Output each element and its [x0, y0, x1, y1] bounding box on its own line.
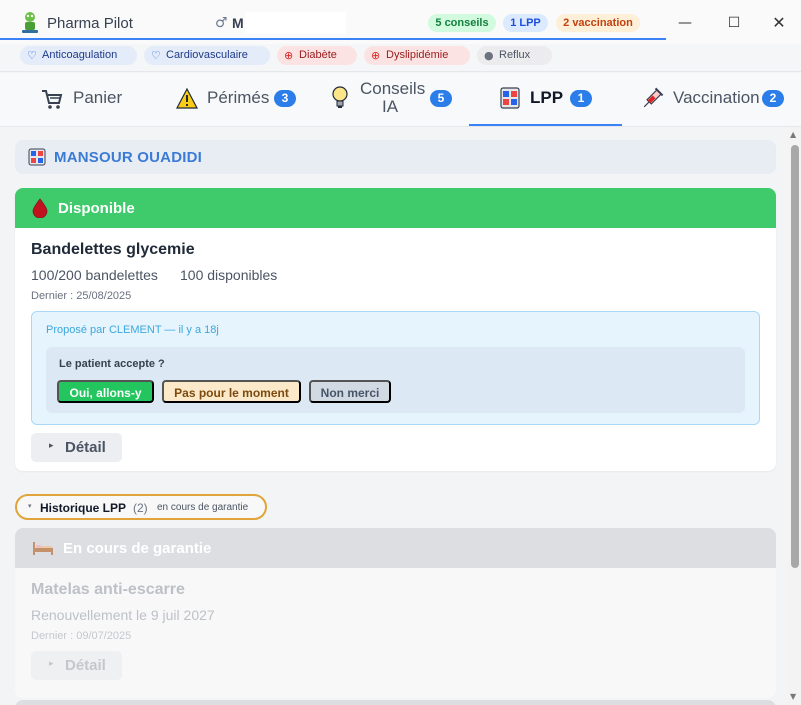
- lpp-status: Disponible: [58, 200, 135, 217]
- tab-conseils-ia[interactable]: Conseils IA 5: [312, 73, 469, 126]
- product-available: 100 disponibles: [180, 267, 278, 283]
- decline-button[interactable]: Non merci: [309, 380, 391, 403]
- history-renewal: Renouvellement le 9 juil 2027: [31, 607, 215, 623]
- tag-reflux[interactable]: ● Reflux: [477, 46, 552, 65]
- minimize-button[interactable]: —: [674, 12, 696, 34]
- product-name: Bandelettes glycemie: [31, 241, 195, 258]
- tag-dyslipidemie[interactable]: ⊕ Dyslipidémie: [364, 46, 470, 65]
- caret-right-icon: ▸: [49, 441, 54, 451]
- heart-icon: ♡: [27, 49, 37, 62]
- cart-icon: [42, 90, 63, 109]
- warning-icon: [176, 88, 198, 109]
- history-product-name: Matelas anti-escarre: [31, 581, 185, 598]
- lpp-content: MANSOUR OUADIDI Disponible Bandelettes g…: [0, 127, 788, 705]
- scrollbar-thumb[interactable]: [791, 145, 799, 568]
- detail-label: Détail: [65, 439, 106, 456]
- later-button[interactable]: Pas pour le moment: [162, 380, 301, 403]
- patient-name-initial: M: [232, 15, 244, 31]
- dot-icon: ●: [484, 49, 494, 62]
- male-gender-icon: ♂: [215, 15, 228, 31]
- history-count: (2): [133, 501, 148, 515]
- bed-icon: [33, 542, 53, 555]
- tab-label: Conseils IA: [360, 79, 426, 116]
- medical-device-icon: [28, 148, 46, 166]
- scroll-down-icon[interactable]: ▼: [790, 692, 796, 701]
- lpp-card-header: Disponible: [15, 188, 776, 228]
- tab-lpp[interactable]: LPP 1: [469, 73, 622, 126]
- app-name: Pharma Pilot: [47, 15, 133, 32]
- close-button[interactable]: ✕: [768, 12, 790, 34]
- caret-down-icon: ▾: [28, 502, 32, 510]
- tab-panier[interactable]: Panier: [0, 73, 156, 126]
- app-logo-icon: [22, 12, 38, 33]
- title-bar: Pharma Pilot ♂ M 5 conseils 1 LPP 2 vacc…: [0, 0, 801, 44]
- acceptance-question-box: Le patient accepte ? Oui, allons-y Pas p…: [46, 347, 745, 413]
- main-tabs: Panier Périmés 3 Conseils IA 5 LPP 1 Vac…: [0, 73, 801, 127]
- syringe-icon: [643, 87, 664, 108]
- redacted-patient-name: [245, 12, 346, 34]
- patient-header: MANSOUR OUADIDI: [15, 140, 776, 174]
- condition-tags: ♡ Anticoagulation ♡ Cardiovasculaire ⊕ Diab…: [0, 44, 801, 72]
- tab-label: LPP: [530, 88, 564, 107]
- maximize-button[interactable]: ☐: [723, 12, 745, 34]
- detail-label: Détail: [65, 657, 106, 674]
- tab-label: Panier: [73, 88, 123, 107]
- history-card-status: En cours de garantie: [63, 540, 212, 557]
- tag-anticoagulation[interactable]: ♡ Anticoagulation: [20, 46, 137, 65]
- tab-label: Vaccination: [673, 88, 760, 107]
- content-scrollbar[interactable]: ▲ ▼: [788, 127, 801, 705]
- tag-diabete[interactable]: ⊕ Diabète: [277, 46, 357, 65]
- tab-vaccination[interactable]: Vaccination 2: [622, 73, 801, 126]
- vaccination-count-pill[interactable]: 2 vaccination: [556, 14, 640, 32]
- history-toggle[interactable]: ▾ Historique LPP (2) en cours de garanti…: [15, 494, 267, 520]
- history-detail-button[interactable]: ▸ Détail: [31, 651, 122, 680]
- medical-device-icon: [500, 87, 520, 109]
- conseils-count-pill[interactable]: 5 conseils: [428, 14, 496, 32]
- history-card-header: En cours de garantie: [15, 528, 776, 568]
- history-title: Historique LPP: [40, 501, 127, 515]
- lightbulb-icon: [332, 86, 348, 108]
- detail-button[interactable]: ▸ Détail: [31, 433, 122, 462]
- accept-button[interactable]: Oui, allons-y: [57, 380, 154, 403]
- history-status: en cours de garantie: [157, 502, 249, 513]
- tab-badge: 3: [274, 90, 296, 107]
- lpp-card: Disponible Bandelettes glycemie 100/200 …: [15, 188, 776, 471]
- proposal-text: Proposé par CLEMENT — il y a 18j: [46, 324, 219, 336]
- history-last-date: Dernier : 09/07/2025: [31, 630, 132, 642]
- caret-right-icon: ▸: [49, 659, 54, 669]
- product-last-date: Dernier : 25/08/2025: [31, 290, 132, 302]
- lpp-count-pill[interactable]: 1 LPP: [503, 14, 548, 32]
- blood-drop-icon: [32, 198, 48, 218]
- target-icon: ⊕: [371, 49, 381, 62]
- proposal-box: Proposé par CLEMENT — il y a 18j Le pati…: [31, 311, 760, 425]
- history-card: En cours de garantie Matelas anti-escarr…: [15, 528, 776, 698]
- tab-perimes[interactable]: Périmés 3: [156, 73, 312, 126]
- scroll-up-icon[interactable]: ▲: [790, 130, 796, 139]
- tag-cardiovasculaire[interactable]: ♡ Cardiovasculaire: [144, 46, 270, 65]
- product-quantity: 100/200 bandelettes: [31, 267, 158, 283]
- heart-icon: ♡: [151, 49, 161, 62]
- tab-label: Périmés: [207, 88, 270, 107]
- active-tab-indicator: [469, 124, 622, 126]
- next-history-card: [15, 700, 776, 705]
- target-icon: ⊕: [284, 49, 294, 62]
- title-underline: [0, 38, 666, 40]
- tab-badge: 1: [570, 90, 592, 107]
- patient-name: MANSOUR OUADIDI: [54, 149, 202, 166]
- acceptance-question: Le patient accepte ?: [59, 358, 165, 370]
- tab-badge: 5: [430, 90, 452, 107]
- tab-badge: 2: [762, 90, 784, 107]
